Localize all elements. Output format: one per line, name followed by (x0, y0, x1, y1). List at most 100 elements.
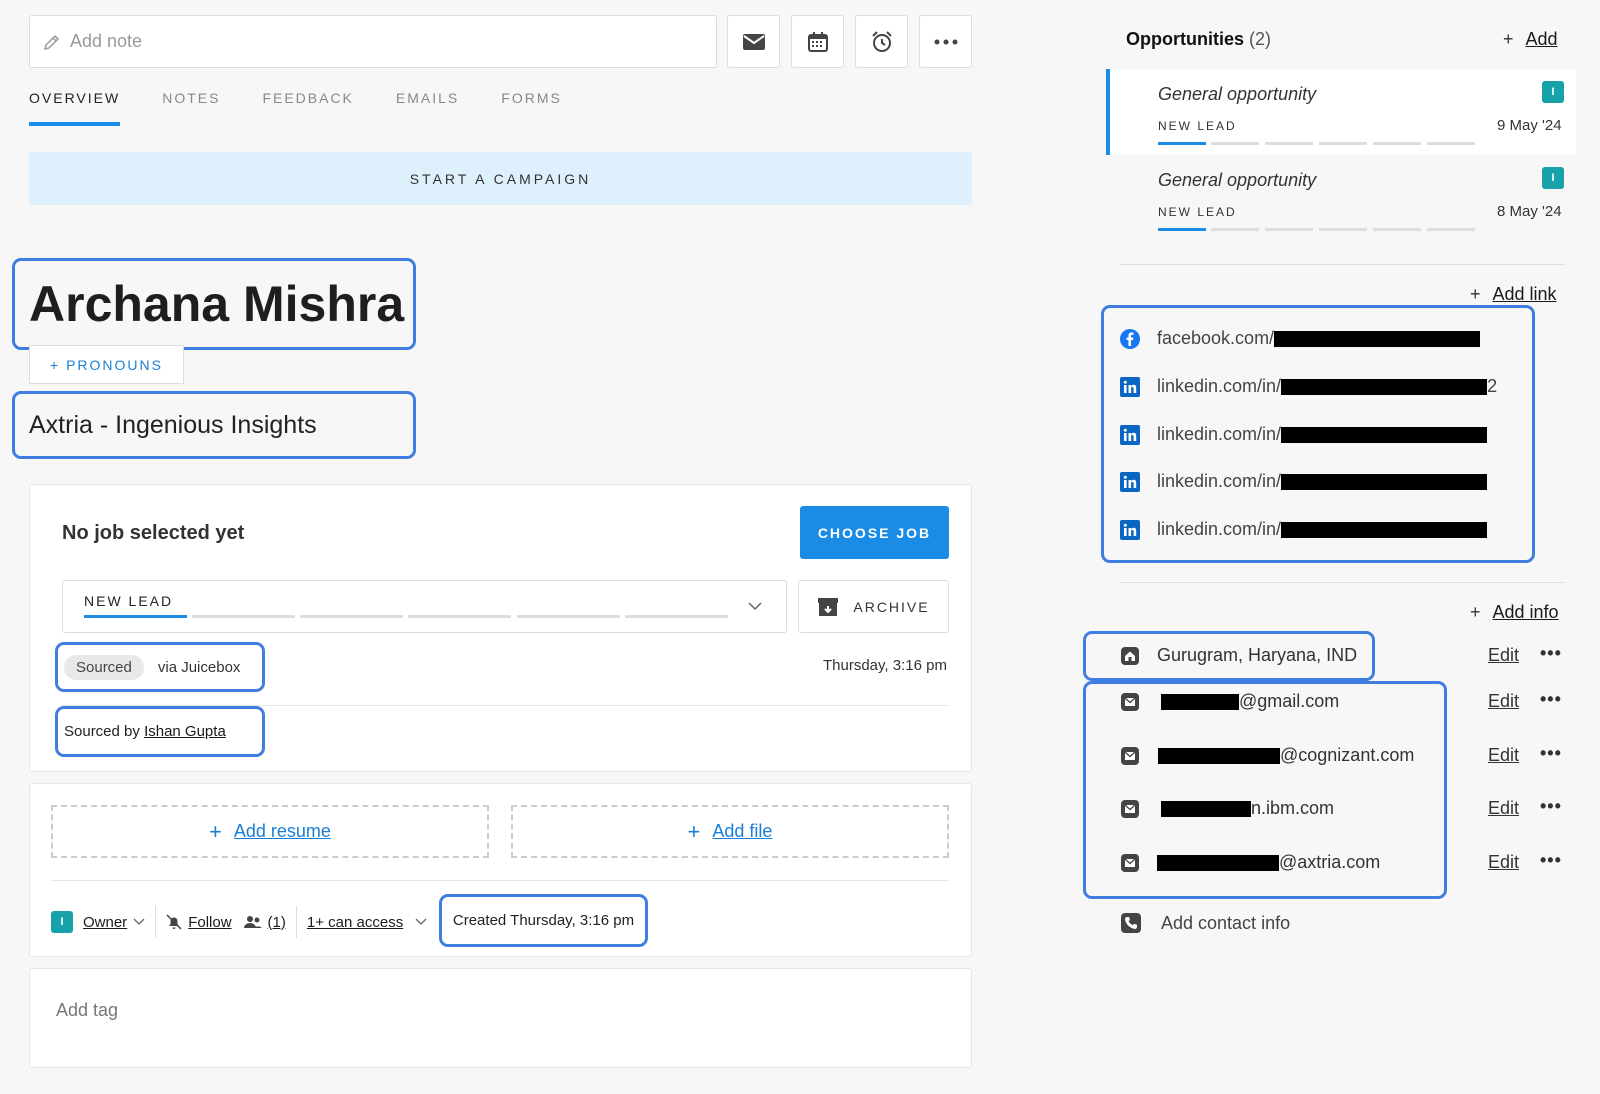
tab-notes[interactable]: NOTES (162, 90, 220, 126)
schedule-button[interactable] (791, 15, 844, 68)
email-row: @gmail.com (1120, 691, 1339, 712)
opportunity-name: General opportunity (1158, 84, 1317, 104)
start-campaign-button[interactable]: START A CAMPAIGN (29, 152, 972, 205)
add-file-dropzone[interactable]: + Add file (511, 805, 949, 858)
plus-icon: + (687, 818, 701, 844)
opportunity-stage-segment (1211, 142, 1259, 145)
owner-dropdown[interactable]: Owner (83, 914, 127, 931)
opportunity-stage-segment (1265, 228, 1313, 231)
add-note-input[interactable]: Add note (29, 15, 717, 68)
add-resume-link[interactable]: Add resume (234, 821, 331, 842)
alarm-clock-icon (871, 30, 892, 52)
email-more-icon[interactable]: ••• (1540, 689, 1562, 710)
stage-segment (192, 615, 295, 618)
more-actions-button[interactable] (919, 15, 972, 68)
add-opportunity-link[interactable]: Add (1526, 29, 1558, 49)
opportunity-stage: NEW LEAD (1158, 119, 1237, 133)
location-text: Gurugram, Haryana, IND (1157, 645, 1358, 665)
edit-email-link[interactable]: Edit (1488, 852, 1519, 873)
opportunity-stage-segment (1427, 228, 1475, 231)
edit-location-link[interactable]: Edit (1488, 645, 1519, 666)
sourced-by-highlight: Sourced by Ishan Gupta (55, 706, 265, 757)
divider (51, 880, 949, 881)
follow-link[interactable]: Follow (188, 914, 231, 931)
add-resume-dropzone[interactable]: + Add resume (51, 805, 489, 858)
opportunity-stage-segment (1373, 228, 1421, 231)
add-contact-label: Add contact info (1161, 912, 1291, 933)
created-timestamp: Created Thursday, 3:16 pm (452, 912, 635, 929)
choose-job-button[interactable]: CHOOSE JOB (800, 506, 949, 559)
redacted-text (1161, 693, 1239, 710)
stage-segment (300, 615, 403, 618)
opportunities-title: Opportunities (1126, 29, 1244, 49)
ownership-row: I Owner Follow (1) 1+ can access (51, 906, 427, 938)
sourced-by-prefix: Sourced by (64, 723, 140, 740)
divider (1120, 582, 1565, 583)
social-link[interactable]: linkedin.com/in/ (1120, 519, 1488, 540)
social-link[interactable]: facebook.com/ (1120, 328, 1481, 349)
access-dropdown[interactable]: 1+ can access (307, 914, 403, 931)
owner-avatar: I (51, 911, 73, 933)
opportunity-stage-segment (1265, 142, 1313, 145)
chevron-down-icon[interactable] (133, 918, 145, 926)
stage-segment (84, 615, 187, 618)
chevron-down-icon[interactable] (415, 918, 427, 926)
email-more-icon[interactable]: ••• (1540, 796, 1562, 817)
edit-email-link[interactable]: Edit (1488, 691, 1519, 712)
opportunity-name: General opportunity (1158, 170, 1317, 190)
send-email-button[interactable] (727, 15, 780, 68)
reminder-button[interactable] (855, 15, 908, 68)
chevron-down-icon[interactable] (747, 600, 763, 612)
followers-count[interactable]: (1) (268, 914, 286, 931)
link-prefix: linkedin.com/in/ (1157, 376, 1282, 396)
add-pronouns-button[interactable]: + PRONOUNS (29, 345, 184, 384)
social-link[interactable]: linkedin.com/in/ (1120, 471, 1488, 492)
candidate-company[interactable]: Axtria - Ingenious Insights (29, 411, 317, 440)
add-link-button[interactable]: + Add link (1470, 284, 1557, 305)
opportunity-stage-segment (1319, 142, 1367, 145)
add-link-label[interactable]: Add link (1493, 284, 1557, 304)
calendar-icon (807, 31, 828, 52)
email-more-icon[interactable]: ••• (1540, 743, 1562, 764)
candidate-name[interactable]: Archana Mishra (29, 275, 404, 333)
bell-off-icon (166, 914, 182, 930)
add-info-label[interactable]: Add info (1493, 602, 1559, 622)
archive-button[interactable]: ARCHIVE (798, 580, 949, 633)
email-suffix: @axtria.com (1279, 852, 1381, 872)
add-tag-input[interactable]: Add tag (56, 1000, 118, 1021)
sourced-timestamp: Thursday, 3:16 pm (823, 657, 947, 674)
tab-forms[interactable]: FORMS (501, 90, 562, 126)
divider (1120, 264, 1565, 265)
redacted-text (1161, 800, 1251, 817)
opportunity-stage: NEW LEAD (1158, 205, 1237, 219)
social-link[interactable]: linkedin.com/in/2 (1120, 376, 1497, 397)
tab-emails[interactable]: EMAILS (396, 90, 459, 126)
add-file-link[interactable]: Add file (712, 821, 772, 842)
pencil-icon (43, 34, 60, 50)
stage-segment (408, 615, 511, 618)
social-link[interactable]: linkedin.com/in/ (1120, 424, 1488, 445)
sourced-by-link[interactable]: Ishan Gupta (144, 723, 226, 740)
edit-email-link[interactable]: Edit (1488, 798, 1519, 819)
location-more-icon[interactable]: ••• (1540, 643, 1562, 664)
edit-email-link[interactable]: Edit (1488, 745, 1519, 766)
link-prefix: linkedin.com/in/ (1157, 424, 1282, 444)
add-info-button[interactable]: + Add info (1470, 602, 1559, 623)
redacted-text (1281, 521, 1488, 538)
archive-icon (818, 597, 839, 616)
add-opportunity-button[interactable]: + Add (1503, 29, 1558, 50)
stage-segment (517, 615, 620, 618)
email-row: @cognizant.com (1120, 745, 1414, 766)
redacted-text (1281, 378, 1488, 395)
link-suffix: 2 (1487, 376, 1498, 396)
opportunity-owner-badge: I (1542, 81, 1564, 103)
tab-feedback[interactable]: FEEDBACK (262, 90, 353, 126)
opportunity-stage-segment (1211, 228, 1259, 231)
opportunity-stage-segment (1158, 142, 1206, 145)
linkedin-icon (1120, 424, 1140, 445)
email-more-icon[interactable]: ••• (1540, 850, 1562, 871)
redacted-text (1157, 854, 1279, 871)
add-contact-info-button[interactable]: Add contact info (1120, 912, 1290, 934)
tab-overview[interactable]: OVERVIEW (29, 90, 121, 126)
company-highlight: Axtria - Ingenious Insights (12, 391, 416, 459)
